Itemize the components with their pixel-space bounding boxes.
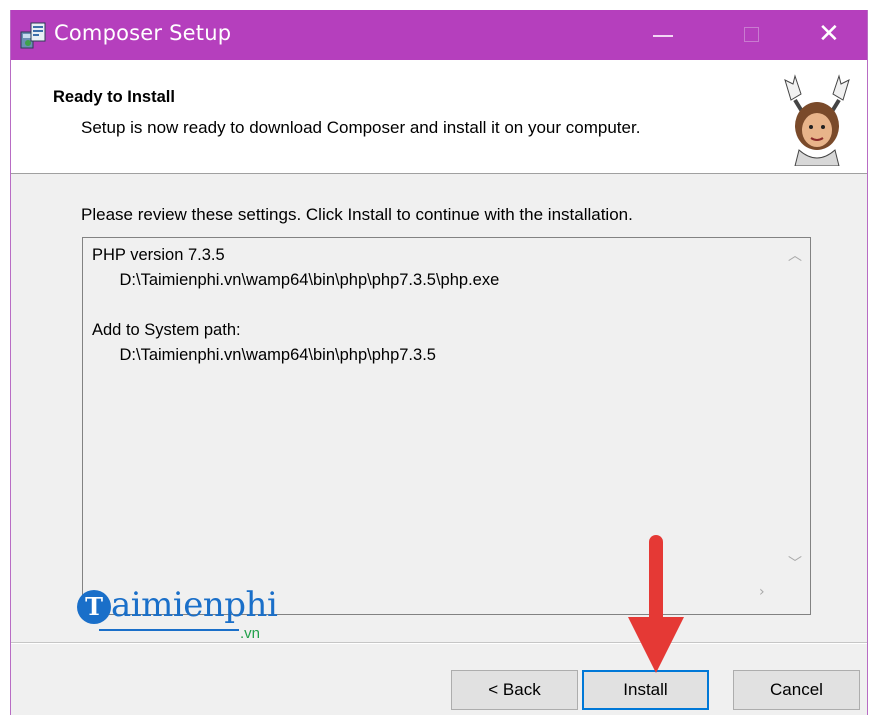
back-button[interactable]: < Back (451, 670, 578, 710)
chevron-down-icon[interactable]: ﹀ (788, 553, 802, 573)
footer-divider-highlight (11, 643, 867, 644)
install-button[interactable]: Install (582, 670, 709, 710)
red-arrow-annotation-icon (628, 535, 684, 673)
settings-line: Add to System path: (92, 321, 241, 339)
maximize-button[interactable] (721, 10, 781, 60)
title-bar[interactable]: Composer Setup ✕ (11, 10, 867, 60)
minimize-icon (653, 35, 673, 37)
cancel-button[interactable]: Cancel (733, 670, 860, 710)
minimize-button[interactable] (633, 10, 693, 60)
watermark-suffix: .vn (240, 625, 261, 642)
settings-line: D:\Taimienphi.vn\wamp64\bin\php\php7.3.5… (92, 271, 500, 289)
settings-review-box[interactable]: PHP version 7.3.5 D:\Taimienphi.vn\wamp6… (82, 237, 811, 615)
composer-mascot-icon (784, 74, 850, 166)
page-subtitle: Setup is now ready to download Composer … (81, 118, 641, 137)
chevron-up-icon[interactable]: ︿ (788, 245, 802, 265)
wizard-header: Ready to Install Setup is now ready to d… (11, 60, 867, 174)
settings-line: D:\Taimienphi.vn\wamp64\bin\php\php7.3.5 (92, 346, 436, 364)
settings-line: PHP version 7.3.5 (92, 246, 225, 264)
watermark-underline (99, 629, 239, 631)
window-title: Composer Setup (54, 21, 232, 45)
instruction-text: Please review these settings. Click Inst… (81, 205, 633, 224)
watermark-logo-letter: T (77, 590, 111, 624)
taimienphi-watermark: T aimienphi .vn (77, 585, 297, 645)
maximize-icon (744, 27, 759, 42)
watermark-name: aimienphi (111, 585, 278, 625)
close-icon: ✕ (818, 19, 840, 49)
vertical-scrollbar[interactable]: ︿ ﹀ (782, 238, 810, 578)
page-title: Ready to Install (53, 88, 175, 106)
chevron-right-icon[interactable]: › (759, 584, 765, 600)
setup-window: Composer Setup ✕ Ready to Install Setup … (10, 10, 868, 715)
setup-installer-icon (20, 22, 46, 49)
close-button[interactable]: ✕ (801, 10, 861, 60)
